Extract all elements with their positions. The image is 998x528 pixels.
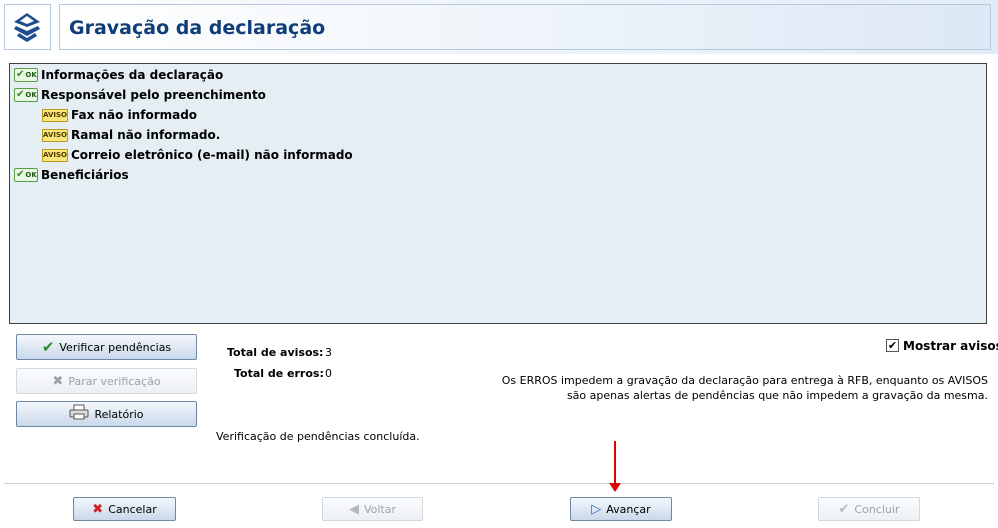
button-label: Relatório: [94, 407, 144, 421]
status-message: Verificação de pendências concluída.: [216, 430, 420, 443]
note-line: são apenas alertas de pendências que não…: [566, 389, 988, 402]
erros-avisos-note: Os ERROS impedem a gravação da declaraçã…: [468, 373, 988, 403]
annotation-arrowhead-icon: [609, 483, 621, 492]
tree-item-label: Informações da declaração: [41, 68, 224, 82]
total-erros-value: 0: [325, 367, 332, 380]
tree-item-email[interactable]: AVISO Correio eletrônico (e-mail) não in…: [42, 146, 353, 164]
parar-verificacao-button[interactable]: ✖ Parar verificação: [16, 368, 197, 394]
concluir-button[interactable]: ✔ Concluir: [818, 497, 920, 521]
pendencias-tree[interactable]: ✔ OK Informações da declaração ✔ OK Respon…: [9, 63, 987, 324]
footer-divider: [4, 483, 994, 484]
tree-item-label: Responsável pelo preenchimento: [41, 88, 266, 102]
aviso-status-icon: AVISO: [42, 128, 68, 142]
forward-arrow-icon: ▷: [591, 501, 602, 517]
header: Gravação da declaração: [0, 0, 998, 54]
tree-item-informacoes[interactable]: ✔ OK Informações da declaração: [14, 66, 223, 84]
total-erros-label: Total de erros:: [234, 367, 324, 380]
aviso-status-icon: AVISO: [42, 108, 68, 122]
voltar-button[interactable]: ◀ Voltar: [322, 497, 423, 521]
tree-item-ramal[interactable]: AVISO Ramal não informado.: [42, 126, 220, 144]
tree-item-label: Beneficiários: [41, 168, 129, 182]
annotation-arrow-icon: [614, 441, 616, 485]
button-label: Cancelar: [108, 502, 157, 516]
back-arrow-icon: ◀: [348, 501, 359, 517]
relatorio-button[interactable]: Relatório: [16, 401, 197, 427]
receita-federal-logo-icon: [4, 4, 51, 50]
tree-item-label: Ramal não informado.: [71, 128, 221, 142]
button-label: Voltar: [363, 502, 397, 516]
tree-item-label: Correio eletrônico (e-mail) não informad…: [71, 148, 353, 162]
tree-item-responsavel[interactable]: ✔ OK Responsável pelo preenchimento: [14, 86, 266, 104]
button-label: Parar verificação: [68, 374, 161, 388]
button-label: Concluir: [854, 502, 900, 516]
note-line: Os ERROS impedem a gravação da declaraçã…: [501, 374, 988, 387]
printer-icon: [69, 404, 89, 424]
avancar-button[interactable]: ▷ Avançar: [570, 497, 672, 521]
ok-status-icon: ✔ OK: [14, 68, 38, 82]
total-avisos-value: 3: [325, 346, 332, 359]
title-bar: Gravação da declaração: [59, 4, 991, 50]
checkmark-icon: ✔: [838, 501, 850, 517]
button-label: Avançar: [606, 502, 651, 516]
total-avisos-label: Total de avisos:: [227, 346, 324, 359]
mostrar-avisos-label[interactable]: Mostrar avisos: [903, 339, 998, 353]
tree-item-beneficiarios[interactable]: ✔ OK Beneficiários: [14, 166, 129, 184]
tree-item-fax[interactable]: AVISO Fax não informado: [42, 106, 197, 124]
verificar-pendencias-button[interactable]: ✔ Verificar pendências: [16, 334, 197, 360]
mostrar-avisos-checkbox[interactable]: ✔: [886, 339, 899, 352]
button-label: Verificar pendências: [59, 340, 172, 354]
aviso-status-icon: AVISO: [42, 148, 68, 162]
cancelar-button[interactable]: ✖ Cancelar: [73, 497, 176, 521]
checkmark-icon: ✔: [41, 338, 55, 356]
page-title: Gravação da declaração: [69, 17, 326, 39]
ok-status-icon: ✔ OK: [14, 88, 38, 102]
cancel-x-icon: ✖: [92, 501, 104, 517]
stop-x-icon: ✖: [52, 373, 64, 389]
tree-item-label: Fax não informado: [71, 108, 198, 122]
ok-status-icon: ✔ OK: [14, 168, 38, 182]
